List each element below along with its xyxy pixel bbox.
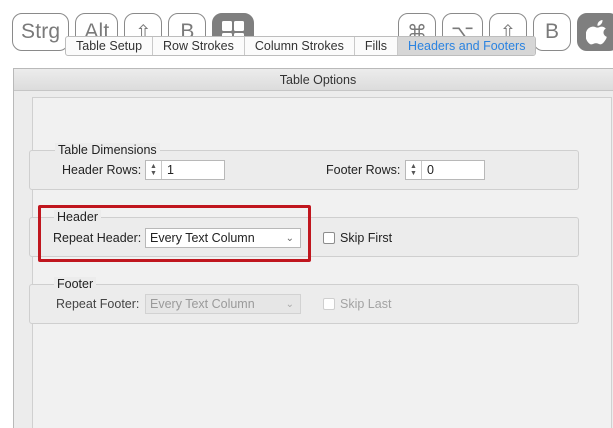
tab-headers-and-footers[interactable]: Headers and Footers <box>398 37 536 55</box>
footer-rows-label: Footer Rows: <box>326 163 401 177</box>
repeat-footer-label: Repeat Footer: <box>56 297 140 311</box>
dialog-title: Table Options <box>14 69 613 91</box>
header-rows-value: 1 <box>167 163 174 177</box>
checkbox-box[interactable] <box>323 298 335 310</box>
table-dimensions-title: Table Dimensions <box>55 143 160 157</box>
tab-table-setup[interactable]: Table Setup <box>66 37 154 55</box>
apple-logo-icon <box>577 13 613 51</box>
header-group-title: Header <box>54 210 101 224</box>
skip-first-checkbox[interactable]: Skip First <box>323 231 392 245</box>
header-rows-stepper[interactable]: ▲ ▼ 1 <box>145 160 225 180</box>
repeat-header-value: Every Text Column <box>150 231 255 245</box>
stepper-arrows-icon[interactable]: ▲ ▼ <box>406 161 422 179</box>
repeat-header-select[interactable]: Every Text Column ⌄ <box>145 228 301 248</box>
tab-column-strokes[interactable]: Column Strokes <box>245 37 355 55</box>
footer-rows-stepper[interactable]: ▲ ▼ 0 <box>405 160 485 180</box>
tab-fills[interactable]: Fills <box>355 37 399 55</box>
checkbox-box[interactable] <box>323 232 335 244</box>
skip-last-label: Skip Last <box>340 297 392 311</box>
tab-row-strokes[interactable]: Row Strokes <box>153 37 245 55</box>
footer-group-title: Footer <box>54 277 97 291</box>
ctrl-key: Strg <box>12 13 70 51</box>
skip-first-label: Skip First <box>340 231 393 245</box>
chevron-down-icon: ⌄ <box>285 232 294 244</box>
tab-bar: Table Setup Row Strokes Column Strokes F… <box>65 36 537 56</box>
footer-rows-value: 0 <box>427 163 434 177</box>
chevron-down-icon: ⌄ <box>285 298 294 310</box>
repeat-footer-select[interactable]: Every Text Column ⌄ <box>145 294 301 314</box>
repeat-footer-value: Every Text Column <box>150 297 255 311</box>
header-rows-label: Header Rows: <box>62 163 142 177</box>
b-key-mac: B <box>533 13 572 51</box>
stepper-arrows-icon[interactable]: ▲ ▼ <box>146 161 162 179</box>
skip-last-checkbox[interactable]: Skip Last <box>323 297 391 311</box>
repeat-header-label: Repeat Header: <box>53 231 142 245</box>
